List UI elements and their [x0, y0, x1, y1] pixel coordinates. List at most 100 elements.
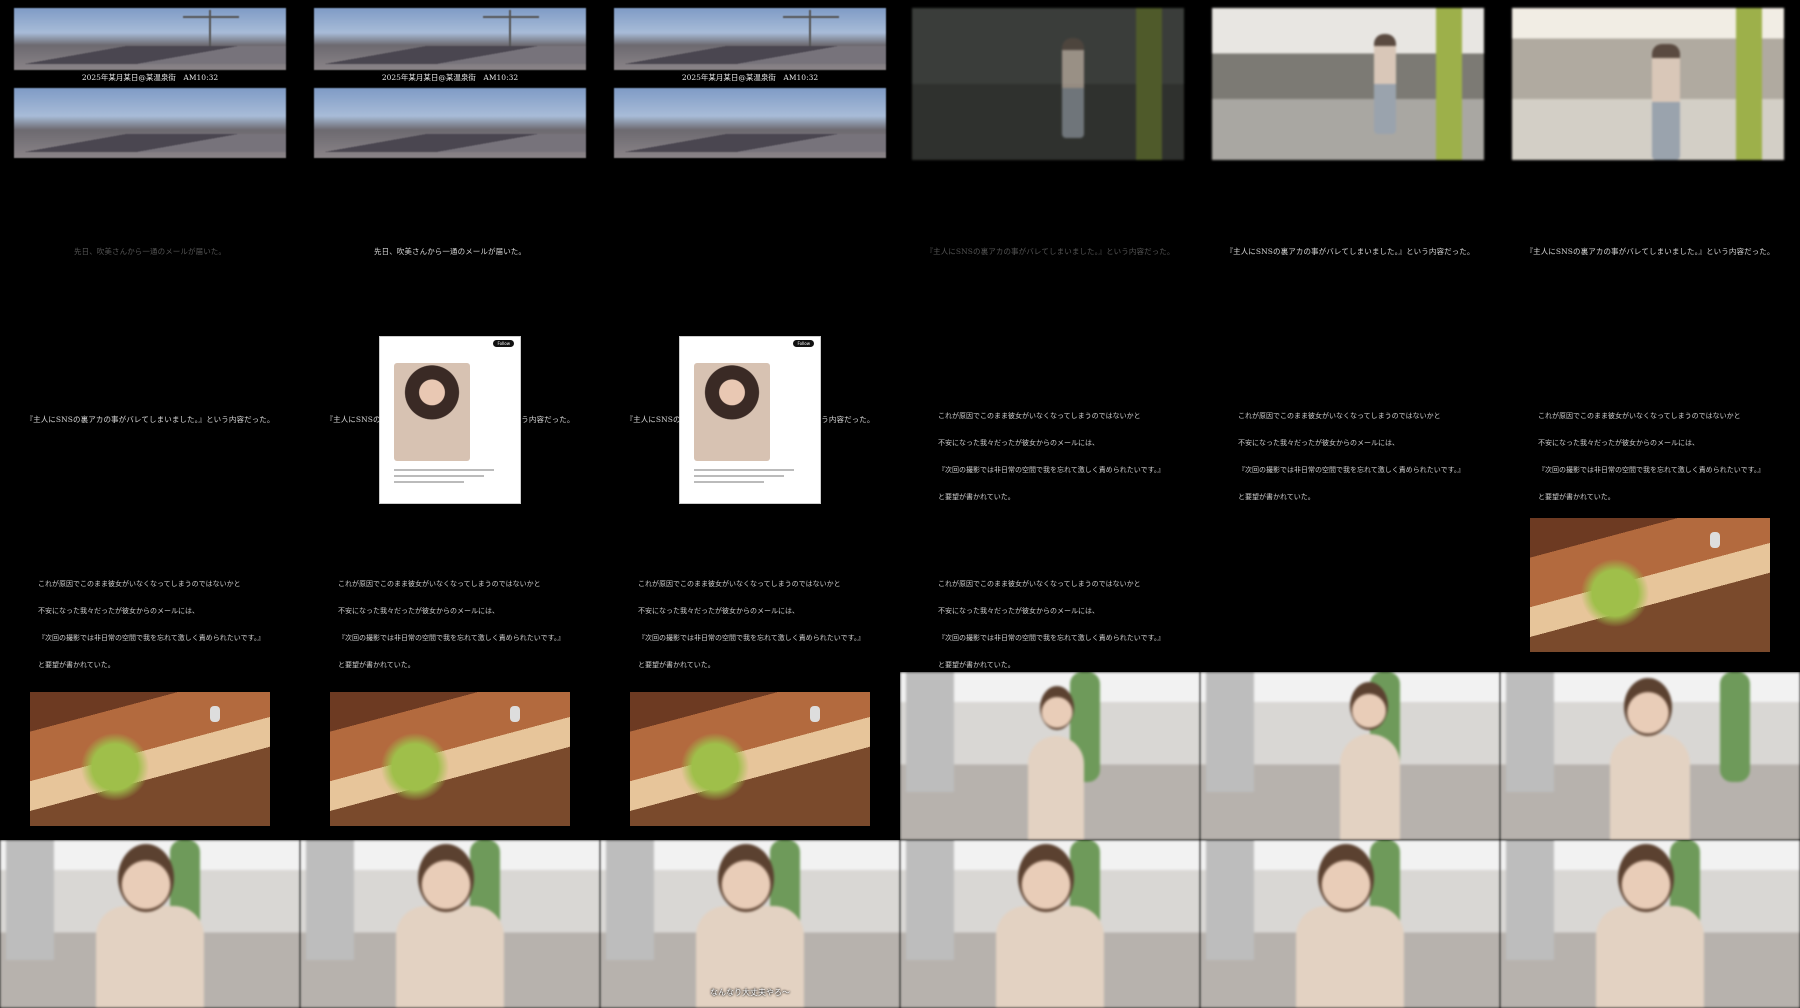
portrait-scene: [1500, 840, 1800, 1008]
portrait-scene: [1200, 672, 1500, 840]
frame-paragraph-5[interactable]: これが原因でこのまま彼女がいなくなってしまうのではないかと 不安になった我々だっ…: [300, 504, 600, 672]
frame-paragraph-4[interactable]: これが原因でこのまま彼女がいなくなってしまうのではないかと 不安になった我々だっ…: [0, 504, 300, 672]
paragraph-line: と要望が書かれていた。: [938, 661, 1015, 669]
paragraph-line: 『次回の撮影では非日常の空間で我を忘れて激しく責められたいです。』: [938, 466, 1165, 474]
post-photo: [394, 363, 470, 461]
frame-caption-content-dim[interactable]: 『主人にSNSの裏アカの事がバレてしまいました。』という内容だった。: [900, 168, 1200, 336]
frame-street-1[interactable]: 2025年某月某日@某温泉街 AM10:32: [0, 0, 300, 168]
post-text-line: [694, 469, 794, 471]
paragraph-line: と要望が書かれていた。: [38, 661, 115, 669]
paragraph: これが原因でこのまま彼女がいなくなってしまうのではないかと 不安になった我々だっ…: [1538, 394, 1764, 504]
follow-button[interactable]: Follow: [793, 340, 814, 347]
paragraph-line: 『次回の撮影では非日常の空間で我を忘れて激しく責められたいです。』: [638, 634, 865, 642]
frame-black[interactable]: [600, 168, 900, 336]
post-text-line: [394, 469, 494, 471]
frame-caption-content-3[interactable]: 『主人にSNSの裏アカの事がバレてしまいました。』という内容だった。: [0, 336, 300, 504]
paragraph: これが原因でこのまま彼女がいなくなってしまうのではないかと 不安になった我々だっ…: [38, 562, 264, 672]
paragraph-line: 不安になった我々だったが彼女からのメールには、: [338, 607, 499, 615]
frame-paragraph-6[interactable]: これが原因でこのまま彼女がいなくなってしまうのではないかと 不安になった我々だっ…: [600, 504, 900, 672]
timestamp: 2025年某月某日@某温泉街 AM10:32: [81, 73, 219, 82]
paragraph-line: 不安になった我々だったが彼女からのメールには、: [638, 607, 799, 615]
post-text-line: [394, 475, 484, 477]
frame-street-3[interactable]: 2025年某月某日@某温泉街 AM10:32: [600, 0, 900, 168]
frame-walk-1[interactable]: [900, 0, 1200, 168]
frame-closeup-4[interactable]: [900, 840, 1200, 1008]
paragraph-line: これが原因でこのまま彼女がいなくなってしまうのではないかと: [638, 580, 841, 588]
frame-caption-mail-dim[interactable]: 先日、吹美さんから一通のメールが届いた。: [0, 168, 300, 336]
frame-street-2[interactable]: 2025年某月某日@某温泉街 AM10:32: [300, 0, 600, 168]
frame-caption-content-2[interactable]: 『主人にSNSの裏アカの事がバレてしまいました。』という内容だった。: [1500, 168, 1800, 336]
paragraph-line: 『次回の撮影では非日常の空間で我を忘れて激しく責められたいです。』: [1538, 466, 1765, 474]
portrait-scene: [600, 840, 900, 1008]
paragraph-line: と要望が書かれていた。: [1238, 493, 1315, 501]
street-panorama-bottom: [314, 88, 586, 158]
temple-scene: [1530, 518, 1770, 652]
street-panorama-top: [314, 8, 586, 70]
frame-closeup-3[interactable]: なんなり大丈夫やろ〜: [600, 840, 900, 1008]
follow-button[interactable]: Follow: [493, 340, 514, 347]
portrait-scene: [1500, 672, 1800, 840]
timestamp: 2025年某月某日@某温泉街 AM10:32: [381, 73, 519, 82]
frame-temple-1[interactable]: [0, 672, 300, 840]
caption: 『主人にSNSの裏アカの事がバレてしまいました。』という内容だった。: [1525, 247, 1775, 256]
caption: 先日、吹美さんから一通のメールが届いた。: [74, 247, 226, 256]
paragraph: これが原因でこのまま彼女がいなくなってしまうのではないかと 不安になった我々だっ…: [1238, 394, 1464, 504]
frame-closeup-5[interactable]: [1200, 840, 1500, 1008]
timestamp: 2025年某月某日@某温泉街 AM10:32: [681, 73, 819, 82]
caption: 『主人にSNSの裏アカの事がバレてしまいました。』という内容だった。: [1225, 247, 1475, 256]
caption: 先日、吹美さんから一通のメールが届いた。: [374, 247, 526, 256]
paragraph: これが原因でこのまま彼女がいなくなってしまうのではないかと 不安になった我々だっ…: [938, 562, 1164, 672]
portrait-scene: [1200, 840, 1500, 1008]
frame-temple-0[interactable]: [1500, 504, 1800, 672]
frame-temple-3[interactable]: [600, 672, 900, 840]
social-post-screenshot[interactable]: Follow: [679, 336, 821, 504]
frame-caption-mail[interactable]: 先日、吹美さんから一通のメールが届いた。: [300, 168, 600, 336]
frame-walk-2[interactable]: [1200, 0, 1500, 168]
frame-paragraph-7[interactable]: これが原因でこのまま彼女がいなくなってしまうのではないかと 不安になった我々だっ…: [900, 504, 1200, 672]
frame-portrait-2[interactable]: [1200, 672, 1500, 840]
walk-scene: [1212, 8, 1484, 160]
frame-paragraph-3[interactable]: これが原因でこのまま彼女がいなくなってしまうのではないかと 不安になった我々だっ…: [1500, 336, 1800, 504]
paragraph-line: 『次回の撮影では非日常の空間で我を忘れて激しく責められたいです。』: [338, 634, 565, 642]
post-photo: [694, 363, 770, 461]
walk-scene: [1512, 8, 1784, 160]
frame-closeup-6[interactable]: [1500, 840, 1800, 1008]
street-panorama-top: [614, 8, 886, 70]
frame-caption-content[interactable]: 『主人にSNSの裏アカの事がバレてしまいました。』という内容だった。: [1200, 168, 1500, 336]
frame-closeup-2[interactable]: [300, 840, 600, 1008]
frame-portrait-3[interactable]: [1500, 672, 1800, 840]
walk-scene: [912, 8, 1184, 160]
temple-scene: [330, 692, 570, 826]
temple-scene: [30, 692, 270, 826]
paragraph-line: 不安になった我々だったが彼女からのメールには、: [938, 439, 1099, 447]
post-text-line: [694, 475, 784, 477]
frame-closeup-1[interactable]: [0, 840, 300, 1008]
paragraph-line: と要望が書かれていた。: [1538, 493, 1615, 501]
paragraph-line: と要望が書かれていた。: [938, 493, 1015, 501]
paragraph-line: 『次回の撮影では非日常の空間で我を忘れて激しく責められたいです。』: [38, 634, 265, 642]
paragraph-line: 不安になった我々だったが彼女からのメールには、: [1238, 439, 1399, 447]
paragraph-line: と要望が書かれていた。: [638, 661, 715, 669]
portrait-scene: [900, 840, 1200, 1008]
street-panorama-bottom: [14, 88, 286, 158]
frame-black-2[interactable]: [1200, 504, 1500, 672]
temple-scene: [630, 692, 870, 826]
street-panorama-bottom: [614, 88, 886, 158]
frame-temple-2[interactable]: [300, 672, 600, 840]
paragraph-line: 不安になった我々だったが彼女からのメールには、: [1538, 439, 1699, 447]
frame-paragraph-2[interactable]: これが原因でこのまま彼女がいなくなってしまうのではないかと 不安になった我々だっ…: [1200, 336, 1500, 504]
thumbnail-sheet: 2025年某月某日@某温泉街 AM10:32 2025年某月某日@某温泉街 AM…: [0, 0, 1800, 1008]
paragraph-line: これが原因でこのまま彼女がいなくなってしまうのではないかと: [38, 580, 241, 588]
paragraph-line: これが原因でこのまま彼女がいなくなってしまうのではないかと: [338, 580, 541, 588]
paragraph-line: と要望が書かれていた。: [338, 661, 415, 669]
frame-walk-3[interactable]: [1500, 0, 1800, 168]
portrait-scene: [900, 672, 1200, 840]
frame-portrait-1[interactable]: [900, 672, 1200, 840]
frame-paragraph-1[interactable]: これが原因でこのまま彼女がいなくなってしまうのではないかと 不安になった我々だっ…: [900, 336, 1200, 504]
paragraph-line: これが原因でこのまま彼女がいなくなってしまうのではないかと: [938, 412, 1141, 420]
paragraph: これが原因でこのまま彼女がいなくなってしまうのではないかと 不安になった我々だっ…: [638, 562, 864, 672]
paragraph-line: 『次回の撮影では非日常の空間で我を忘れて激しく責められたいです。』: [938, 634, 1165, 642]
paragraph-line: これが原因でこのまま彼女がいなくなってしまうのではないかと: [938, 580, 1141, 588]
paragraph: これが原因でこのまま彼女がいなくなってしまうのではないかと 不安になった我々だっ…: [338, 562, 564, 672]
social-post-screenshot[interactable]: Follow: [379, 336, 521, 504]
